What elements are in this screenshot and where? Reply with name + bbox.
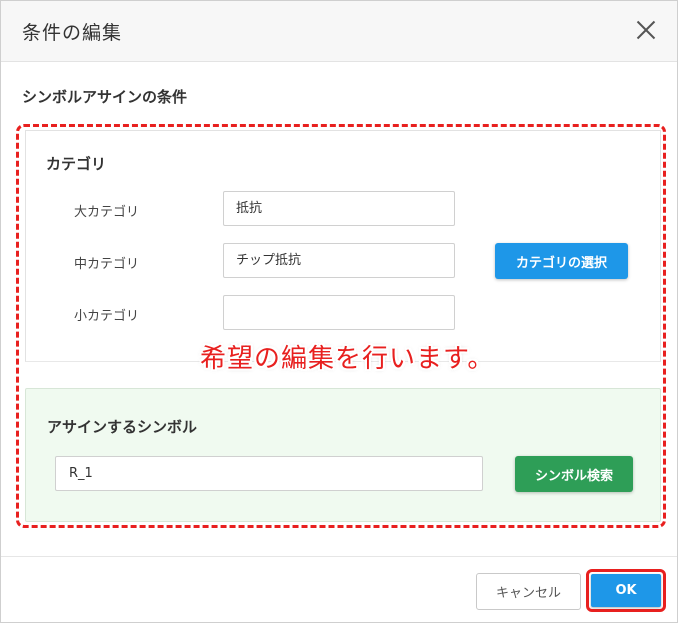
footer-divider <box>1 556 677 557</box>
cancel-button[interactable]: キャンセル <box>476 573 581 610</box>
edit-condition-dialog: 条件の編集 シンボルアサインの条件 カテゴリ 大カテゴリ 抵抗 中カテゴリ チッ… <box>0 0 678 623</box>
category-panel-title: カテゴリ <box>46 155 107 173</box>
middle-category-label: 中カテゴリ <box>74 257 140 272</box>
section-title: シンボルアサインの条件 <box>22 88 188 106</box>
minor-category-input[interactable] <box>223 295 455 330</box>
dialog-header: 条件の編集 <box>1 1 677 62</box>
select-category-button[interactable]: カテゴリの選択 <box>495 243 628 279</box>
major-category-label: 大カテゴリ <box>74 205 140 220</box>
major-category-input[interactable]: 抵抗 <box>223 191 455 226</box>
dialog-title: 条件の編集 <box>22 22 123 44</box>
category-panel: カテゴリ 大カテゴリ 抵抗 中カテゴリ チップ抵抗 小カテゴリ カテゴリの選択 <box>25 130 661 362</box>
assign-symbol-title: アサインするシンボル <box>47 418 198 436</box>
assign-symbol-panel: アサインするシンボル R_1 シンボル検索 <box>25 388 661 522</box>
annotation-text: 希望の編集を行います。 <box>200 344 495 374</box>
close-icon[interactable] <box>633 17 659 43</box>
minor-category-label: 小カテゴリ <box>74 309 140 324</box>
ok-button[interactable]: OK <box>591 574 661 607</box>
middle-category-input[interactable]: チップ抵抗 <box>223 243 455 278</box>
symbol-search-button[interactable]: シンボル検索 <box>515 456 633 492</box>
symbol-input[interactable]: R_1 <box>55 456 483 491</box>
